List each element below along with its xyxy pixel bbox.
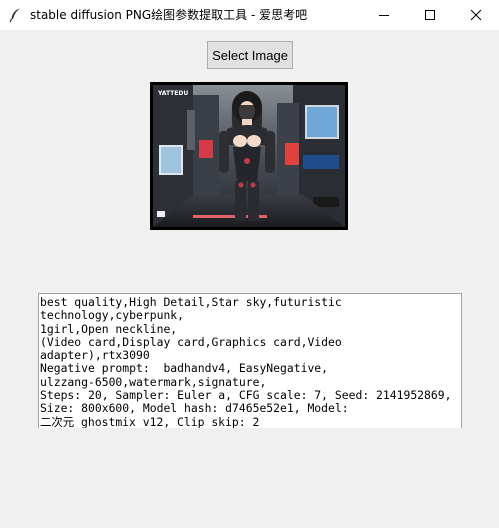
minimize-button[interactable] <box>361 0 407 30</box>
title-bar[interactable]: stable diffusion PNG绘图参数提取工具 - 爱思考吧 <box>0 0 499 30</box>
close-icon <box>470 9 482 21</box>
close-button[interactable] <box>453 0 499 30</box>
parameters-textbox[interactable]: best quality,High Detail,Star sky,futuri… <box>38 293 462 428</box>
preview-image: YATTEDU <box>153 85 345 227</box>
maximize-button[interactable] <box>407 0 453 30</box>
minimize-icon <box>379 15 389 16</box>
select-image-button[interactable]: Select Image <box>207 41 293 69</box>
image-badge: YATTEDU <box>157 90 188 97</box>
window-title: stable diffusion PNG绘图参数提取工具 - 爱思考吧 <box>30 8 308 22</box>
feather-icon <box>7 7 23 23</box>
parameters-text: best quality,High Detail,Star sky,futuri… <box>40 295 452 428</box>
image-preview: YATTEDU <box>150 82 348 230</box>
app-window: stable diffusion PNG绘图参数提取工具 - 爱思考吧 Sele… <box>0 0 499 528</box>
maximize-icon <box>425 10 435 20</box>
